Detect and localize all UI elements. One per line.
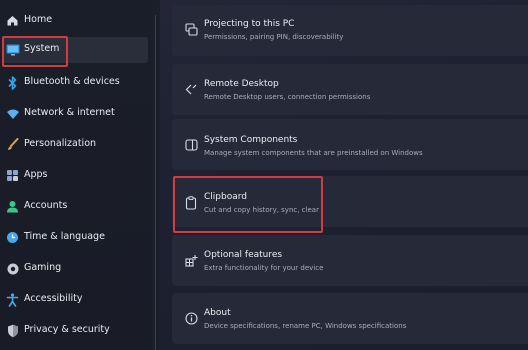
setting-title: Optional features: [204, 250, 283, 260]
sidebar-item-label: Home: [24, 14, 53, 25]
setting-card-projecting[interactable]: Projecting to this PC Permissions, pairi…: [172, 5, 528, 56]
sidebar-item-gaming[interactable]: Gaming: [0, 256, 150, 282]
sidebar-item-system[interactable]: System: [2, 37, 148, 63]
accounts-icon: [5, 199, 20, 214]
setting-card-optional-features[interactable]: Optional features Extra functionality fo…: [172, 235, 528, 286]
setting-description: Extra functionality for your device: [204, 264, 324, 272]
sidebar-item-home[interactable]: Home: [0, 8, 150, 34]
setting-description: Manage system components that are preins…: [204, 149, 423, 157]
sidebar-item-label: Personalization: [24, 138, 97, 149]
remote-desktop-icon: [184, 82, 198, 96]
shield-icon: [5, 323, 20, 338]
projecting-icon: [184, 22, 198, 36]
sidebar-item-network[interactable]: Network & internet: [0, 101, 150, 127]
home-icon: [5, 13, 20, 28]
setting-card-remote-desktop[interactable]: Remote Desktop Remote Desktop users, con…: [172, 64, 528, 115]
setting-title: System Components: [204, 135, 298, 145]
sidebar-item-label: Bluetooth & devices: [24, 76, 120, 87]
sidebar-item-label: Accessibility: [24, 293, 83, 304]
accessibility-icon: [5, 292, 20, 307]
setting-description: Cut and copy history, sync, clear: [204, 206, 319, 214]
setting-title: Projecting to this PC: [204, 19, 295, 29]
sidebar-item-label: Privacy & security: [24, 324, 110, 335]
apps-icon: [5, 168, 20, 183]
bluetooth-icon: [5, 75, 20, 90]
sidebar-item-accounts[interactable]: Accounts: [0, 194, 150, 220]
sidebar-item-time-language[interactable]: Time & language: [0, 225, 150, 251]
setting-title: Clipboard: [204, 192, 247, 202]
sidebar-divider: [155, 15, 156, 350]
sidebar-item-label: Gaming: [24, 262, 62, 273]
optional-features-icon: [184, 253, 198, 267]
brush-icon: [5, 137, 20, 152]
sidebar-item-label: Network & internet: [24, 107, 115, 118]
setting-title: Remote Desktop: [204, 79, 279, 89]
settings-sidebar: Home System Bluetooth & devices Network …: [0, 0, 152, 350]
about-icon: [184, 311, 198, 325]
setting-title: About: [204, 308, 231, 318]
gaming-icon: [5, 261, 20, 276]
sidebar-item-apps[interactable]: Apps: [0, 163, 150, 189]
globe-clock-icon: [5, 230, 20, 245]
system-display-icon: [5, 42, 20, 57]
setting-card-clipboard[interactable]: Clipboard Cut and copy history, sync, cl…: [172, 176, 528, 227]
sidebar-item-privacy-security[interactable]: Privacy & security: [0, 318, 150, 344]
setting-card-about[interactable]: About Device specifications, rename PC, …: [172, 293, 528, 344]
system-components-icon: [184, 138, 198, 152]
network-icon: [5, 106, 20, 121]
sidebar-item-label: System: [24, 43, 60, 54]
sidebar-item-accessibility[interactable]: Accessibility: [0, 287, 150, 313]
sidebar-item-personalization[interactable]: Personalization: [0, 132, 150, 158]
settings-content: Projecting to this PC Permissions, pairi…: [160, 0, 528, 350]
sidebar-item-bluetooth[interactable]: Bluetooth & devices: [0, 70, 150, 96]
sidebar-item-label: Apps: [24, 169, 48, 180]
setting-description: Device specifications, rename PC, Window…: [204, 322, 407, 330]
sidebar-item-label: Time & language: [24, 231, 105, 242]
setting-description: Permissions, pairing PIN, discoverabilit…: [204, 33, 344, 41]
setting-description: Remote Desktop users, connection permiss…: [204, 93, 371, 101]
setting-card-system-components[interactable]: System Components Manage system componen…: [172, 119, 528, 170]
sidebar-item-label: Accounts: [24, 200, 68, 211]
clipboard-icon: [184, 196, 198, 210]
